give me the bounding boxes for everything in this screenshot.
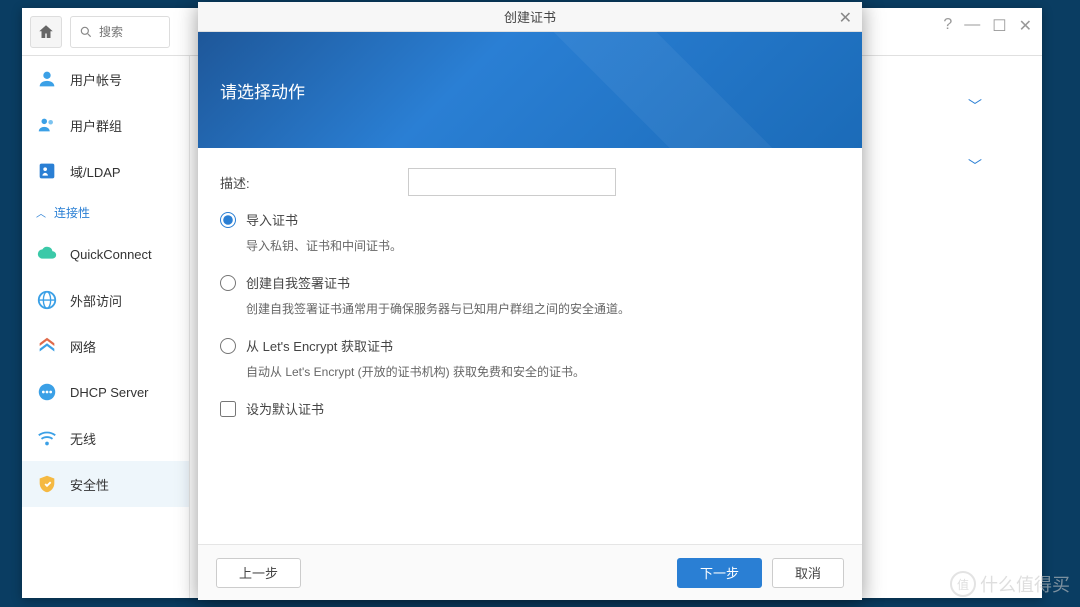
modal-titlebar: 创建证书 ✕ bbox=[198, 2, 862, 32]
sidebar-item-label: 安全性 bbox=[70, 475, 109, 494]
chevron-up-icon: ︿ bbox=[36, 205, 46, 220]
minimize-button[interactable]: — bbox=[964, 16, 980, 36]
sidebar-item-network[interactable]: 网络 bbox=[22, 323, 189, 369]
user-icon bbox=[36, 68, 58, 90]
back-button[interactable]: 上一步 bbox=[216, 558, 301, 588]
shield-icon bbox=[36, 473, 58, 495]
sidebar-item-dhcp[interactable]: DHCP Server bbox=[22, 369, 189, 415]
radio-lets-encrypt-input[interactable] bbox=[220, 338, 236, 354]
sidebar-item-user-group[interactable]: 用户群组 bbox=[22, 102, 189, 148]
sidebar-item-security[interactable]: 安全性 bbox=[22, 461, 189, 507]
wifi-icon bbox=[36, 427, 58, 449]
maximize-button[interactable]: ☐ bbox=[992, 16, 1006, 36]
modal-title: 创建证书 bbox=[504, 7, 556, 26]
sidebar-item-label: 网络 bbox=[70, 337, 96, 356]
checkbox-label: 设为默认证书 bbox=[246, 399, 324, 418]
radio-label: 从 Let's Encrypt 获取证书 bbox=[246, 336, 393, 355]
sidebar-item-wireless[interactable]: 无线 bbox=[22, 415, 189, 461]
sidebar-item-label: DHCP Server bbox=[70, 385, 149, 400]
radio-import-input[interactable] bbox=[220, 212, 236, 228]
sidebar-item-label: 用户帐号 bbox=[70, 70, 122, 89]
modal-header: 请选择动作 bbox=[198, 32, 862, 148]
titlebar-controls: ? — ☐ ✕ bbox=[943, 16, 1032, 36]
sidebar-item-label: 域/LDAP bbox=[70, 162, 121, 181]
radio-self-signed-input[interactable] bbox=[220, 275, 236, 291]
sidebar: 用户帐号 用户群组 域/LDAP ︿ 连接性 QuickConnect 外部访问 bbox=[22, 56, 190, 598]
chevron-down-icon: ﹀ bbox=[968, 156, 982, 176]
group-icon bbox=[36, 114, 58, 136]
home-button[interactable] bbox=[30, 16, 62, 48]
description-input[interactable] bbox=[408, 168, 616, 196]
sidebar-item-external-access[interactable]: 外部访问 bbox=[22, 277, 189, 323]
radio-lets-encrypt[interactable]: 从 Let's Encrypt 获取证书 bbox=[220, 336, 840, 355]
cancel-button[interactable]: 取消 bbox=[772, 558, 844, 588]
radio-lets-encrypt-caption: 自动从 Let's Encrypt (开放的证书机构) 获取免费和安全的证书。 bbox=[246, 363, 840, 381]
globe-icon bbox=[36, 289, 58, 311]
modal-footer: 上一步 下一步 取消 bbox=[198, 544, 862, 600]
sidebar-item-label: 无线 bbox=[70, 429, 96, 448]
modal-body: 描述: 导入证书 导入私钥、证书和中间证书。 创建自我签署证书 创建自我签署证书… bbox=[198, 148, 862, 544]
sidebar-item-domain-ldap[interactable]: 域/LDAP bbox=[22, 148, 189, 194]
chevron-down-icon: ﹀ bbox=[968, 96, 982, 116]
description-row: 描述: bbox=[220, 168, 840, 196]
network-icon bbox=[36, 335, 58, 357]
home-icon bbox=[37, 23, 55, 41]
close-button[interactable]: ✕ bbox=[1019, 16, 1032, 36]
search-icon bbox=[79, 25, 93, 39]
sidebar-item-label: 用户群组 bbox=[70, 116, 122, 135]
search-box[interactable] bbox=[70, 16, 170, 48]
sidebar-item-user-account[interactable]: 用户帐号 bbox=[22, 56, 189, 102]
sidebar-section-connectivity[interactable]: ︿ 连接性 bbox=[22, 194, 189, 231]
sidebar-item-label: QuickConnect bbox=[70, 247, 152, 262]
sidebar-item-quickconnect[interactable]: QuickConnect bbox=[22, 231, 189, 277]
search-input[interactable] bbox=[99, 25, 159, 39]
radio-self-signed[interactable]: 创建自我签署证书 bbox=[220, 273, 840, 292]
help-button[interactable]: ? bbox=[943, 16, 952, 36]
create-cert-modal: 创建证书 ✕ 请选择动作 描述: 导入证书 导入私钥、证书和中间证书。 创建自我… bbox=[198, 2, 862, 600]
radio-import-cert[interactable]: 导入证书 bbox=[220, 210, 840, 229]
radio-label: 创建自我签署证书 bbox=[246, 273, 350, 292]
radio-label: 导入证书 bbox=[246, 210, 298, 229]
default-cert-checkbox-row[interactable]: 设为默认证书 bbox=[220, 399, 840, 418]
radio-import-caption: 导入私钥、证书和中间证书。 bbox=[246, 237, 840, 255]
dhcp-icon bbox=[36, 381, 58, 403]
cloud-icon bbox=[36, 243, 58, 265]
sidebar-item-label: 外部访问 bbox=[70, 291, 122, 310]
radio-self-signed-caption: 创建自我签署证书通常用于确保服务器与已知用户群组之间的安全通道。 bbox=[246, 300, 840, 318]
default-cert-checkbox[interactable] bbox=[220, 401, 236, 417]
modal-heading: 请选择动作 bbox=[220, 78, 305, 103]
next-button[interactable]: 下一步 bbox=[677, 558, 762, 588]
sidebar-section-label: 连接性 bbox=[54, 204, 90, 221]
description-label: 描述: bbox=[220, 173, 408, 192]
modal-close-button[interactable]: ✕ bbox=[839, 8, 852, 28]
ldap-icon bbox=[36, 160, 58, 182]
